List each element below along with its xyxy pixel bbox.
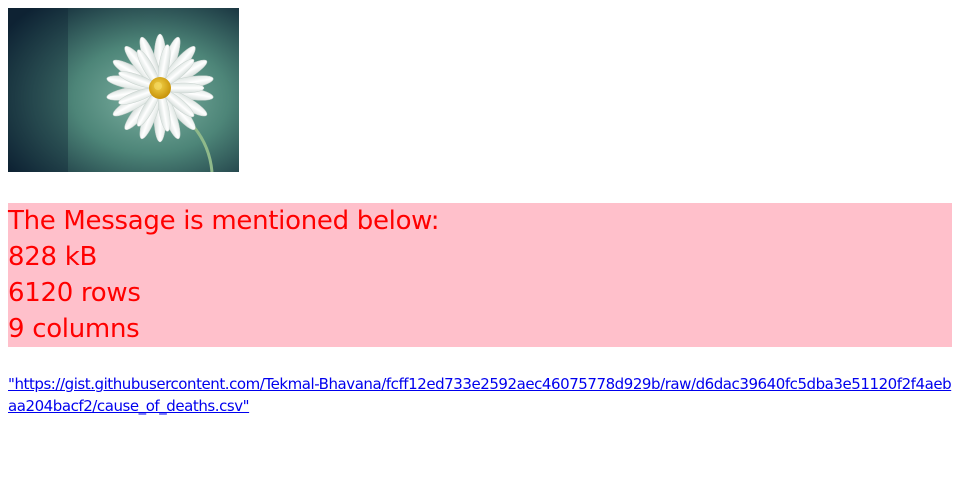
row-count: 6120 rows (8, 278, 141, 308)
message-title: The Message is mentioned below: (8, 206, 440, 236)
file-size: 828 kB (8, 242, 97, 272)
csv-link[interactable]: "https://gist.githubusercontent.com/Tekm… (8, 373, 952, 417)
daisy-flower-image (8, 8, 239, 172)
column-count: 9 columns (8, 314, 140, 344)
message-box: The Message is mentioned below: 828 kB 6… (8, 203, 952, 347)
